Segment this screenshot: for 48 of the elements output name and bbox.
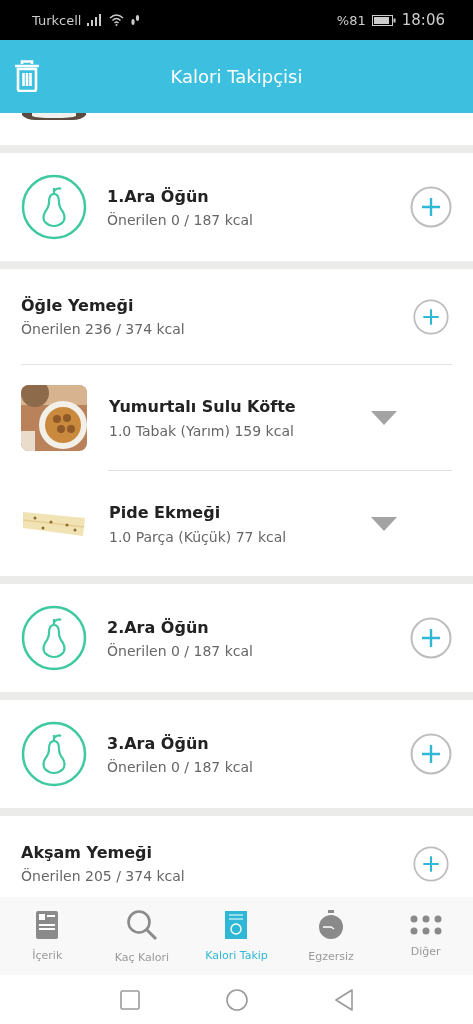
trash-icon[interactable] [13, 60, 41, 92]
portion-calories: 1.0 Tabak (Yarım) 159 kcal [109, 422, 295, 439]
notepad-apple-icon [225, 910, 248, 939]
food-name: Pide Ekmeği [109, 502, 222, 522]
meal-title: 3.Ara Öğün [107, 733, 210, 753]
dropdown-icon[interactable] [371, 410, 397, 425]
add-icon[interactable] [413, 845, 449, 882]
meal-title: Akşam Yemeği [21, 843, 153, 862]
nav-tab[interactable]: Diğer [378, 897, 473, 975]
calorie-summary: Önerilen 205 / 374 kcal [21, 868, 186, 884]
add-icon[interactable] [410, 733, 452, 775]
calorie-summary: Önerilen 236 / 374 kcal [21, 321, 186, 337]
search-icon [125, 908, 158, 941]
add-icon[interactable] [410, 186, 452, 228]
battery-percent: %81 [336, 12, 366, 28]
portion-calories: 1.0 Parça (Küçük) 77 kcal [109, 528, 288, 545]
recents-icon[interactable] [119, 989, 140, 1010]
nav-tab[interactable]: Kalori Takip [189, 897, 284, 975]
footsteps-icon [130, 14, 141, 26]
more-icon [409, 914, 442, 935]
food-name: Yumurtalı Sulu Köfte [109, 396, 297, 416]
pear-icon [21, 721, 87, 787]
nav-tab[interactable]: Kaç Kalori [94, 897, 190, 975]
signal-icon [87, 14, 104, 26]
meal-title: 2.Ara Öğün [107, 617, 210, 637]
food-item[interactable]: Pide Ekmeği 1.0 Parça (Küçük) 77 kcal [108, 470, 452, 576]
screen-title: Kalori Takipçisi [170, 66, 303, 87]
home-icon[interactable] [225, 988, 248, 1011]
nav-tab[interactable]: Egzersiz [283, 897, 379, 975]
wifi-icon [109, 14, 125, 26]
carrier-name: Turkcell [32, 12, 82, 28]
add-icon[interactable] [410, 617, 452, 659]
nav-tab[interactable]: İçerik [0, 897, 95, 975]
dropdown-icon[interactable] [371, 516, 397, 531]
back-icon[interactable] [333, 988, 354, 1011]
stopwatch-icon [318, 909, 345, 940]
calorie-summary: Önerilen 0 / 187 kcal [107, 642, 254, 659]
pear-icon [21, 605, 87, 671]
add-icon[interactable] [413, 298, 449, 335]
article-icon [36, 910, 59, 939]
calorie-summary: Önerilen 0 / 187 kcal [107, 758, 254, 775]
pear-icon [21, 174, 87, 240]
clock-time: 18:06 [401, 11, 445, 29]
meal-title: Öğle Yemeği [21, 296, 135, 315]
food-item[interactable]: Yumurtalı Sulu Köfte 1.0 Tabak (Yarım) 159 kcal [21, 365, 452, 470]
meal-title: 1.Ara Öğün [107, 186, 210, 206]
battery-icon [371, 14, 396, 26]
calorie-summary: Önerilen 0 / 187 kcal [107, 211, 254, 228]
